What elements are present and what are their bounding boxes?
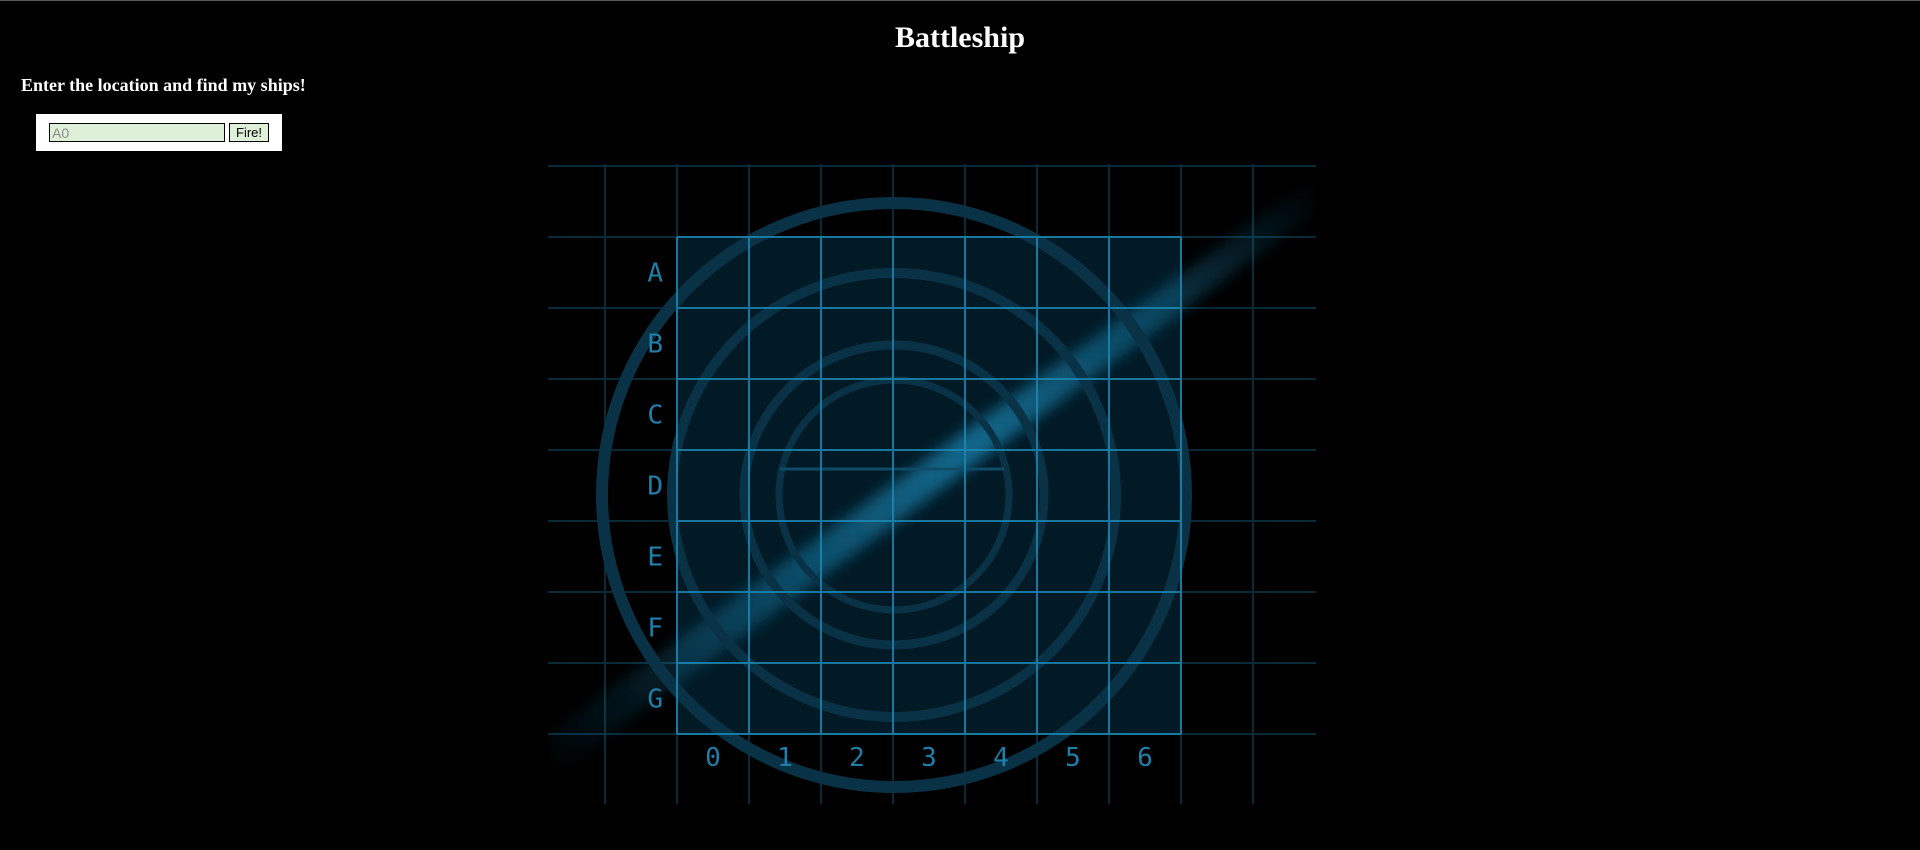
board-cells — [679, 239, 1179, 732]
column-label-4: 4 — [993, 743, 1009, 773]
board-cell-f0[interactable] — [679, 594, 747, 661]
row-label-e: E — [647, 543, 663, 573]
top-divider — [0, 0, 1920, 1]
board-cell-d6[interactable] — [1111, 452, 1179, 519]
column-label-2: 2 — [849, 743, 865, 773]
guess-input[interactable] — [49, 123, 225, 142]
board-cell-f4[interactable] — [967, 594, 1035, 661]
radar-board: A B C D E F G 0 1 2 3 4 5 6 — [548, 164, 1316, 804]
row-label-g: G — [647, 685, 663, 715]
board-cell-c0[interactable] — [679, 381, 747, 448]
game-board: A B C D E F G 0 1 2 3 4 5 6 — [548, 164, 1316, 804]
board-cell-f6[interactable] — [1111, 594, 1179, 661]
column-label-5: 5 — [1065, 743, 1081, 773]
board-cell-c2[interactable] — [823, 381, 891, 448]
column-label-0: 0 — [705, 743, 721, 773]
column-label-6: 6 — [1137, 743, 1153, 773]
board-cell-b0[interactable] — [679, 310, 747, 377]
board-cell-g5[interactable] — [1039, 665, 1107, 732]
board-cell-e6[interactable] — [1111, 523, 1179, 590]
column-label-1: 1 — [777, 743, 793, 773]
board-cell-a5[interactable] — [1039, 239, 1107, 306]
board-cell-b3[interactable] — [895, 310, 963, 377]
instructions-text: Enter the location and find my ships! — [21, 75, 306, 95]
board-cell-f5[interactable] — [1039, 594, 1107, 661]
fire-form: Fire! — [36, 114, 282, 151]
board-cell-a3[interactable] — [895, 239, 963, 306]
board-cell-c3[interactable] — [895, 381, 963, 448]
board-cell-g0[interactable] — [679, 665, 747, 732]
row-label-a: A — [647, 259, 663, 289]
board-cell-a0[interactable] — [679, 239, 747, 306]
board-cell-f3[interactable] — [895, 594, 963, 661]
board-cell-c1[interactable] — [751, 381, 819, 448]
row-label-f: F — [647, 614, 663, 644]
board-cell-b2[interactable] — [823, 310, 891, 377]
board-cell-d5[interactable] — [1039, 452, 1107, 519]
board-cell-c5[interactable] — [1039, 381, 1107, 448]
board-cell-d0[interactable] — [679, 452, 747, 519]
board-cell-d1[interactable] — [751, 452, 819, 519]
board-cell-a4[interactable] — [967, 239, 1035, 306]
board-cell-b6[interactable] — [1111, 310, 1179, 377]
board-cell-a2[interactable] — [823, 239, 891, 306]
row-label-d: D — [647, 472, 663, 502]
board-cell-g3[interactable] — [895, 665, 963, 732]
board-cell-g1[interactable] — [751, 665, 819, 732]
board-cell-c6[interactable] — [1111, 381, 1179, 448]
board-cell-b4[interactable] — [967, 310, 1035, 377]
board-cell-f1[interactable] — [751, 594, 819, 661]
board-cell-e5[interactable] — [1039, 523, 1107, 590]
board-cell-e3[interactable] — [895, 523, 963, 590]
board-cell-a6[interactable] — [1111, 239, 1179, 306]
board-cell-e0[interactable] — [679, 523, 747, 590]
board-cell-d4[interactable] — [967, 452, 1035, 519]
board-cell-g4[interactable] — [967, 665, 1035, 732]
column-label-3: 3 — [921, 743, 937, 773]
board-cell-b1[interactable] — [751, 310, 819, 377]
row-label-c: C — [647, 401, 663, 431]
fire-button[interactable]: Fire! — [229, 123, 269, 142]
board-cell-f2[interactable] — [823, 594, 891, 661]
board-cell-e1[interactable] — [751, 523, 819, 590]
row-label-b: B — [647, 330, 663, 360]
board-cell-a1[interactable] — [751, 239, 819, 306]
board-cell-g2[interactable] — [823, 665, 891, 732]
board-cell-c4[interactable] — [967, 381, 1035, 448]
board-cell-b5[interactable] — [1039, 310, 1107, 377]
board-cell-g6[interactable] — [1111, 665, 1179, 732]
page-title: Battleship — [894, 21, 1026, 54]
board-cell-d3[interactable] — [895, 452, 963, 519]
board-cell-e2[interactable] — [823, 523, 891, 590]
board-cell-d2[interactable] — [823, 452, 891, 519]
board-cell-e4[interactable] — [967, 523, 1035, 590]
